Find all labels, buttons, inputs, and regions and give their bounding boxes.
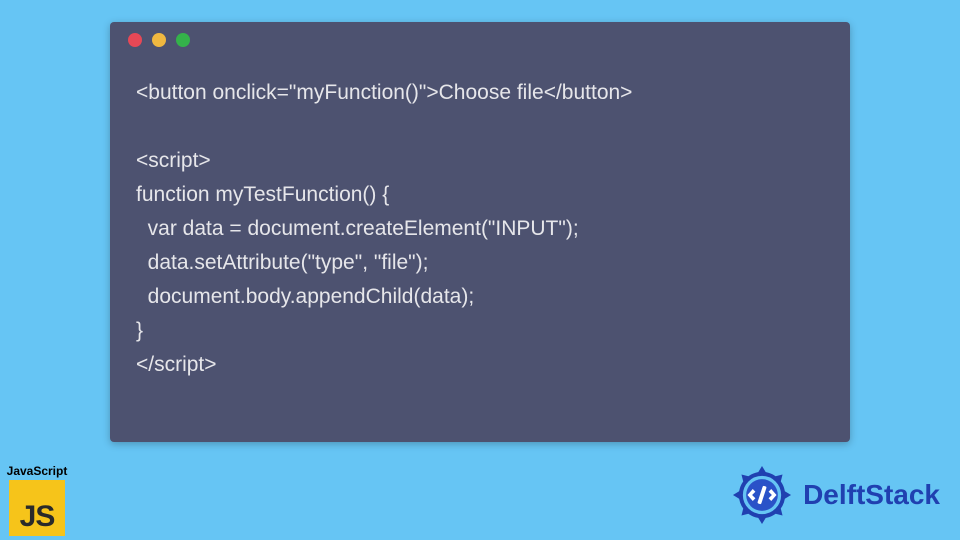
code-body: <button onclick="myFunction()">Choose fi…	[110, 58, 850, 382]
javascript-badge: JavaScript JS	[2, 464, 72, 536]
code-line: document.body.appendChild(data);	[136, 285, 474, 308]
code-line: }	[136, 319, 143, 342]
minimize-icon[interactable]	[152, 33, 166, 47]
code-line: </script>	[136, 353, 217, 376]
titlebar	[110, 22, 850, 58]
code-line: function myTestFunction() {	[136, 183, 389, 206]
code-window: <button onclick="myFunction()">Choose fi…	[110, 22, 850, 442]
maximize-icon[interactable]	[176, 33, 190, 47]
javascript-label: JavaScript	[2, 464, 72, 478]
javascript-icon-text: JS	[20, 500, 55, 536]
close-icon[interactable]	[128, 33, 142, 47]
code-line: data.setAttribute("type", "file");	[136, 251, 428, 274]
code-line: <script>	[136, 149, 211, 172]
code-line: <button onclick="myFunction()">Choose fi…	[136, 81, 632, 104]
delftstack-brand: DelftStack	[729, 462, 940, 528]
code-line: var data = document.createElement("INPUT…	[136, 217, 579, 240]
delftstack-brand-text: DelftStack	[803, 479, 940, 511]
delftstack-logo-icon	[729, 462, 795, 528]
javascript-icon: JS	[9, 480, 65, 536]
